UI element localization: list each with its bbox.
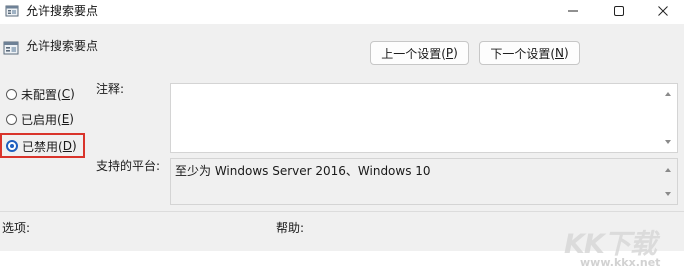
minimize-icon [568, 10, 578, 12]
next-setting-accesskey: N [555, 46, 564, 60]
radio-label: 已禁用( [22, 139, 63, 154]
options-label: 选项: [2, 221, 31, 235]
watermark: KK下载 www.kkx.net [560, 220, 680, 272]
window-title: 允许搜索要点 [26, 4, 99, 18]
radio-label: 已启用( [21, 112, 62, 127]
close-button[interactable] [640, 0, 684, 22]
minimize-button[interactable] [550, 0, 596, 22]
help-label: 帮助: [276, 221, 305, 235]
dialog-body: 允许搜索要点 上一个设置(P) 下一个设置(N) 未配置(C) 已启用(E) 已… [0, 24, 684, 269]
next-setting-button[interactable]: 下一个设置(N) [479, 41, 580, 65]
setting-title: 允许搜索要点 [26, 39, 99, 53]
radio-label-tail: ) [70, 87, 75, 101]
radio-circle[interactable] [6, 88, 17, 100]
radio-accesskey: D [62, 139, 72, 153]
radio-label-tail: ) [71, 139, 77, 153]
previous-setting-button[interactable]: 上一个设置(P) [370, 41, 469, 65]
previous-setting-label-tail: ) [453, 46, 458, 60]
supported-platform-label: 支持的平台: [96, 159, 161, 173]
maximize-button[interactable] [596, 0, 642, 22]
radio-enabled[interactable]: 已启用(E) [6, 110, 74, 128]
watermark-url: www.kkx.net [580, 256, 661, 269]
previous-setting-accesskey: P [445, 46, 454, 60]
next-setting-label: 下一个设置( [490, 46, 555, 61]
scroll-down-arrow-icon[interactable] [665, 192, 671, 196]
comment-textarea[interactable] [170, 83, 678, 153]
radio-label: 未配置( [21, 87, 62, 102]
close-icon [658, 6, 668, 16]
radio-circle-selected[interactable] [6, 140, 18, 152]
supported-platform-field: 至少为 Windows Server 2016、Windows 10 [170, 158, 678, 205]
policy-icon [5, 5, 19, 17]
radio-not-configured[interactable]: 未配置(C) [6, 85, 75, 103]
title-bar: 允许搜索要点 [0, 0, 684, 24]
supported-platform-value: 至少为 Windows Server 2016、Windows 10 [175, 164, 431, 178]
radio-circle[interactable] [6, 113, 17, 125]
maximize-icon [614, 6, 624, 16]
policy-setting-icon [3, 41, 19, 55]
radio-accesskey: C [61, 87, 71, 101]
previous-setting-label: 上一个设置( [381, 46, 446, 61]
radio-disabled[interactable]: 已禁用(D) [6, 137, 77, 155]
section-divider [0, 211, 684, 212]
radio-accesskey: E [61, 112, 70, 126]
scroll-up-arrow-icon[interactable] [665, 92, 671, 96]
scroll-down-arrow-icon[interactable] [665, 140, 671, 144]
comment-label: 注释: [96, 82, 125, 96]
next-setting-label-tail: ) [563, 46, 569, 60]
scroll-up-arrow-icon[interactable] [665, 168, 671, 172]
radio-label-tail: ) [69, 112, 74, 126]
